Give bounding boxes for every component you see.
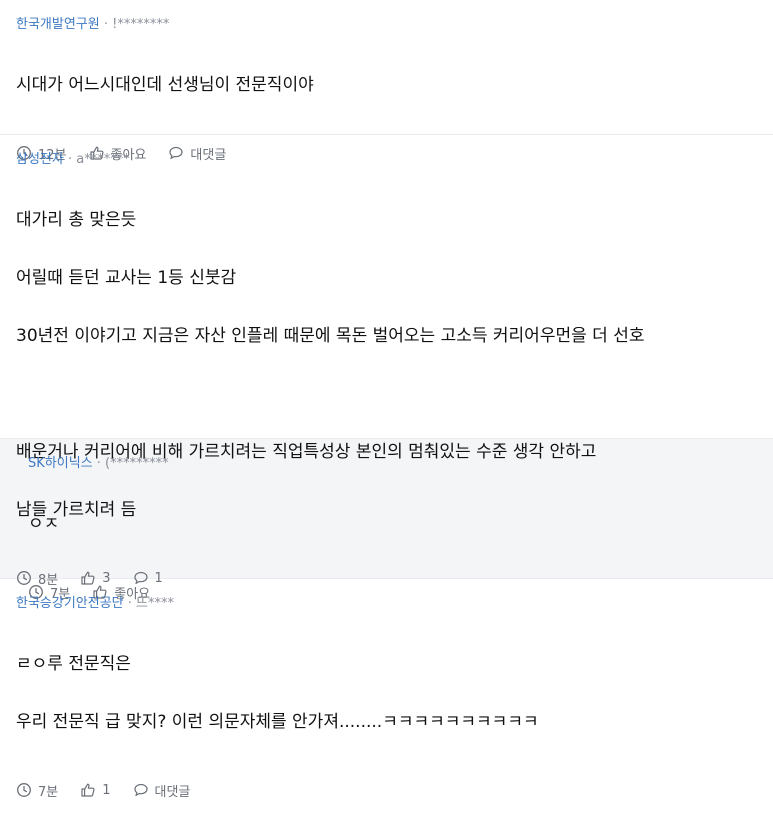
comment-line: 대가리 총 맞은듯 [16,210,137,230]
comment: 한국승강기안전공단 · 뜨**** ㄹㅇ루 전문직은 우리 전문직 급 맞지? … [0,579,773,800]
comment-line: ㅇㅈ [28,514,60,534]
company-name[interactable]: 삼성전자 [16,152,64,167]
company-name[interactable]: SK하이닉스 [28,456,93,471]
user-id: 뜨**** [136,596,175,611]
comment-line: 30년전 이야기고 지금은 자산 인플레 때문에 목돈 벌어오는 고소득 커리어… [16,326,645,346]
meta-separator: · [63,152,77,167]
comment-meta: 한국개발연구원 · !******** [16,16,757,34]
company-name[interactable]: 한국개발연구원 [16,17,100,32]
comment-line: ㄹㅇ루 전문직은 [16,654,131,674]
meta-separator: · [123,596,137,611]
comment-body: ㄹㅇ루 전문직은 우리 전문직 급 맞지? 이런 의문자체를 안가져......… [16,621,757,766]
comment-body: ㅇㅈ [28,481,757,568]
speech-bubble-icon [133,782,149,798]
reply-button[interactable]: 대댓글 [168,144,226,163]
user-id: a******* [76,152,130,167]
comment: 삼성전자 · a******* 대가리 총 맞은듯 어릴때 듣던 교사는 1등 … [0,135,773,588]
thumbs-up-icon [80,782,96,798]
company-name[interactable]: 한국승강기안전공단 [16,596,124,611]
comment-body: 시대가 어느시대인데 선생님이 전문직이야 [16,42,757,129]
reply-count: 1 [154,570,163,586]
comment-meta: 삼성전자 · a******* [16,151,757,169]
comment-line: 우리 전문직 급 맞지? 이런 의문자체를 안가져........ㅋㅋㅋㅋㅋㅋㅋ… [16,712,539,732]
reply-label: 대댓글 [154,784,191,800]
comment-line: 어릴때 듣던 교사는 1등 신붓감 [16,268,237,288]
like-button[interactable]: 1 [80,782,111,798]
comment-line [16,380,757,409]
user-id: (********* [105,456,169,471]
comment-line: 시대가 어느시대인데 선생님이 전문직이야 [16,75,314,95]
like-count: 1 [102,782,111,798]
time-label: 7분 [38,784,59,800]
meta-separator: · [92,456,106,471]
comment-meta: 한국승강기안전공단 · 뜨**** [16,595,757,613]
comment-actions: 7분 1 대댓글 [16,778,757,820]
meta-separator: · [99,17,113,32]
reply-button[interactable]: 대댓글 [133,781,191,800]
reply-label: 대댓글 [190,147,227,163]
user-id: !******** [112,17,170,32]
clock-icon [16,782,32,798]
speech-bubble-icon [168,145,184,161]
comment: 한국개발연구원 · !******** 시대가 어느시대인데 선생님이 전문직이… [0,0,773,163]
comment-time: 7분 [16,781,58,800]
